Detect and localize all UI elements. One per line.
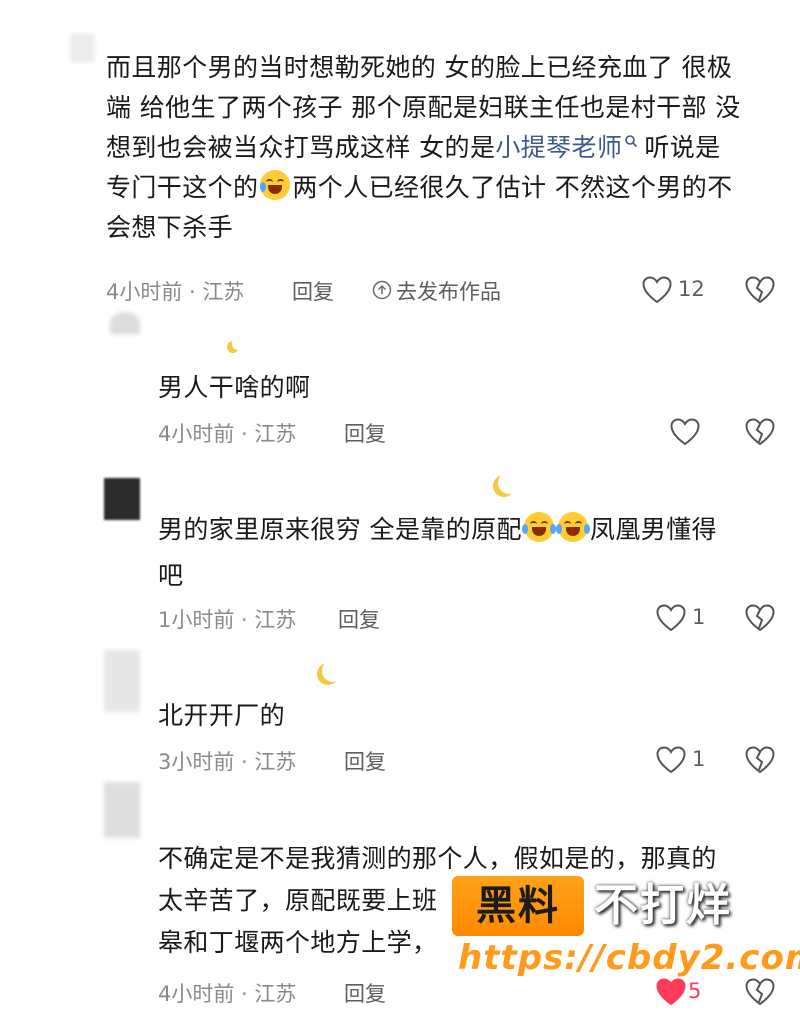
- comment-text: 而且那个男的当时想勒死她的 女的脸上已经充血了 很极 端 给他生了两个孩子 那个…: [106, 48, 796, 248]
- reply-line: 吧: [158, 561, 184, 590]
- comment-line: 而且那个男的当时想勒死她的 女的脸上已经充血了 很极: [106, 53, 733, 82]
- avatar[interactable]: [104, 650, 140, 712]
- comment-timestamp: 4小时前 · 江苏: [106, 280, 245, 304]
- broken-heart-icon[interactable]: [745, 746, 775, 774]
- reply-button[interactable]: 回复: [338, 604, 380, 634]
- broken-heart-icon[interactable]: [745, 418, 775, 446]
- crying-laugh-emoji-icon: [260, 170, 291, 200]
- reply-fragment: 男的家里原来很穷 全是靠的原配: [158, 515, 522, 544]
- like-count: 1: [692, 605, 706, 629]
- avatar[interactable]: [104, 478, 140, 520]
- comment-line: 专门干这个的 两个人已经很久了估计 不然这个男的不: [106, 168, 796, 208]
- reply-fragment: 凤凰男懂得: [589, 515, 717, 544]
- like-count: 12: [678, 277, 705, 301]
- reply-timestamp: 4小时前 · 江苏: [158, 422, 297, 446]
- comment-fragment: 专门干这个的: [106, 173, 259, 202]
- avatar[interactable]: [104, 782, 140, 838]
- moon-icon: [322, 660, 344, 682]
- reply-button[interactable]: 回复: [344, 746, 386, 776]
- comment-line: 端 给他生了两个孩子 那个原配是妇联主任也是村干部 没: [106, 93, 741, 122]
- crying-laugh-emoji-icon: [521, 512, 556, 542]
- publish-icon[interactable]: [372, 280, 392, 300]
- broken-heart-icon[interactable]: [745, 276, 775, 304]
- comment-line: 会想下杀手: [106, 213, 234, 242]
- heart-filled-icon[interactable]: [656, 978, 686, 1006]
- reply-button[interactable]: 回复: [292, 276, 334, 306]
- comment-fragment: 听说是: [644, 133, 721, 162]
- moon-icon: [498, 472, 520, 494]
- reply-text: 男的家里原来很穷 全是靠的原配 凤凰男懂得 吧: [158, 510, 788, 596]
- reply-text: 北开开厂的: [158, 701, 286, 730]
- moon-icon: [232, 338, 244, 350]
- reply-timestamp: 3小时前 · 江苏: [158, 750, 297, 774]
- broken-heart-icon[interactable]: [745, 978, 775, 1006]
- heart-icon[interactable]: [642, 276, 672, 304]
- watermark-logo: 黑料: [452, 876, 584, 936]
- reply-button[interactable]: 回复: [344, 978, 386, 1008]
- watermark: 黑料 不打烊 https://cbdy2.com: [452, 872, 800, 982]
- watermark-url: https://cbdy2.com: [458, 938, 800, 978]
- reply-timestamp: 4小时前 · 江苏: [158, 982, 297, 1006]
- crying-laugh-emoji-icon: [555, 512, 590, 542]
- reply-timestamp: 1小时前 · 江苏: [158, 608, 297, 632]
- like-count: 1: [692, 747, 706, 771]
- search-icon[interactable]: [624, 134, 638, 148]
- comment-line: 想到也会被当众打骂成这样 女的是小提琴老师 听说是: [106, 128, 796, 168]
- publish-button[interactable]: 去发布作品: [396, 276, 501, 306]
- comment-fragment: 两个人已经很久了估计 不然这个男的不: [292, 173, 733, 202]
- avatar[interactable]: [110, 312, 140, 334]
- reply-text: 男人干啥的啊: [158, 373, 311, 402]
- search-link[interactable]: 小提琴老师: [495, 133, 622, 162]
- watermark-text: 不打烊: [594, 880, 732, 931]
- comment-fragment: 想到也会被当众打骂成这样 女的是: [106, 133, 496, 162]
- reply-line: 男的家里原来很穷 全是靠的原配 凤凰男懂得: [158, 510, 788, 550]
- heart-icon[interactable]: [656, 746, 686, 774]
- reply-button[interactable]: 回复: [344, 418, 386, 448]
- like-count: 5: [688, 979, 702, 1003]
- heart-icon[interactable]: [656, 604, 686, 632]
- avatar[interactable]: [70, 34, 94, 62]
- heart-icon[interactable]: [670, 418, 700, 446]
- broken-heart-icon[interactable]: [745, 604, 775, 632]
